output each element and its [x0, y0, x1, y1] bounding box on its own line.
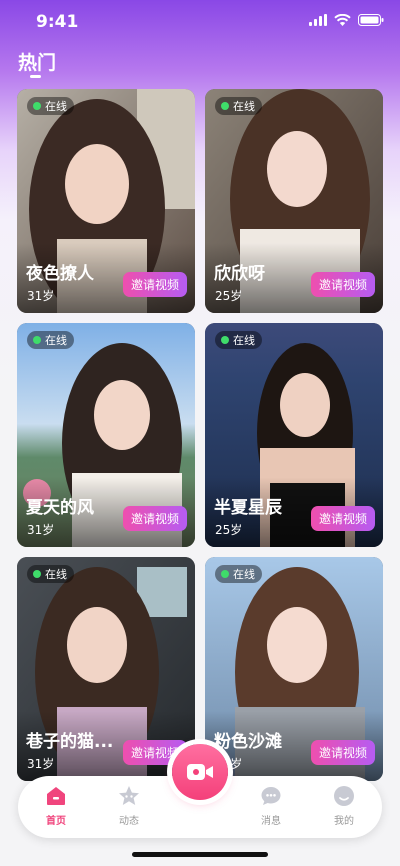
invite-video-button[interactable]: 邀请视频 — [123, 272, 187, 297]
online-badge: 在线 — [215, 331, 262, 349]
streamer-name: 粉色沙滩 — [214, 732, 282, 752]
invite-video-button[interactable]: 邀请视频 — [311, 506, 375, 531]
online-dot — [33, 102, 41, 110]
streamer-age: 25岁 — [215, 523, 243, 537]
online-label: 在线 — [233, 100, 255, 113]
invite-video-button[interactable]: 邀请视频 — [311, 740, 375, 765]
tab-moments-label: 动态 — [119, 816, 139, 827]
streamer-age: 25岁 — [215, 289, 243, 303]
streamer-card[interactable]: 在线 巷子的猫... 31岁 邀请视频 — [17, 557, 195, 781]
invite-video-button[interactable]: 邀请视频 — [311, 272, 375, 297]
online-badge: 在线 — [215, 565, 262, 583]
tab-messages-label: 消息 — [261, 816, 281, 827]
video-camera-icon — [187, 764, 213, 780]
streamer-card[interactable]: 在线 半夏星辰 25岁 邀请视频 — [205, 323, 383, 547]
streamer-name: 欣欣呀 — [214, 264, 265, 284]
online-badge: 在线 — [27, 565, 74, 583]
status-icons — [309, 14, 384, 26]
tab-moments[interactable]: 动态 — [104, 784, 154, 827]
message-icon — [261, 787, 281, 805]
streamer-name: 半夏星辰 — [214, 498, 282, 518]
streamer-age: 31岁 — [27, 523, 55, 537]
streamer-age: 31岁 — [27, 289, 55, 303]
tab-messages[interactable]: 消息 — [246, 784, 296, 827]
streamer-card[interactable]: 在线 夜色撩人 31岁 邀请视频 — [17, 89, 195, 313]
online-dot — [221, 102, 229, 110]
tab-profile-label: 我的 — [334, 816, 354, 827]
streamer-name: 夏天的风 — [26, 498, 94, 518]
battery-icon — [358, 14, 384, 26]
online-dot — [33, 570, 41, 578]
online-badge: 在线 — [215, 97, 262, 115]
online-label: 在线 — [233, 568, 255, 581]
title-underline — [30, 75, 41, 78]
online-label: 在线 — [233, 334, 255, 347]
tab-profile[interactable]: 我的 — [319, 784, 369, 827]
online-badge: 在线 — [27, 331, 74, 349]
tab-home-label: 首页 — [46, 816, 66, 827]
streamer-grid: 在线 夜色撩人 31岁 邀请视频 在线 欣欣呀 25岁 邀请视频 在线 夏天的风… — [17, 89, 383, 781]
signal-icon — [309, 14, 327, 26]
online-dot — [221, 570, 229, 578]
status-bar: 9:41 — [0, 0, 400, 44]
star-icon — [119, 786, 139, 805]
invite-video-button[interactable]: 邀请视频 — [123, 506, 187, 531]
online-label: 在线 — [45, 568, 67, 581]
home-icon — [47, 787, 65, 805]
wifi-icon — [334, 14, 351, 26]
online-dot — [221, 336, 229, 344]
profile-icon — [334, 786, 354, 806]
status-time: 9:41 — [36, 12, 79, 32]
online-label: 在线 — [45, 334, 67, 347]
online-label: 在线 — [45, 100, 67, 113]
online-dot — [33, 336, 41, 344]
streamer-card[interactable]: 在线 夏天的风 31岁 邀请视频 — [17, 323, 195, 547]
page-title[interactable]: 热门 — [18, 48, 56, 75]
home-indicator — [132, 852, 268, 857]
streamer-card[interactable]: 在线 欣欣呀 25岁 邀请视频 — [205, 89, 383, 313]
tab-home[interactable]: 首页 — [31, 784, 81, 827]
streamer-card[interactable]: 在线 粉色沙滩 25岁 邀请视频 — [205, 557, 383, 781]
streamer-name: 夜色撩人 — [26, 264, 94, 284]
streamer-name: 巷子的猫... — [26, 732, 114, 752]
online-badge: 在线 — [27, 97, 74, 115]
streamer-age: 31岁 — [27, 757, 55, 771]
start-video-button[interactable] — [172, 744, 228, 800]
